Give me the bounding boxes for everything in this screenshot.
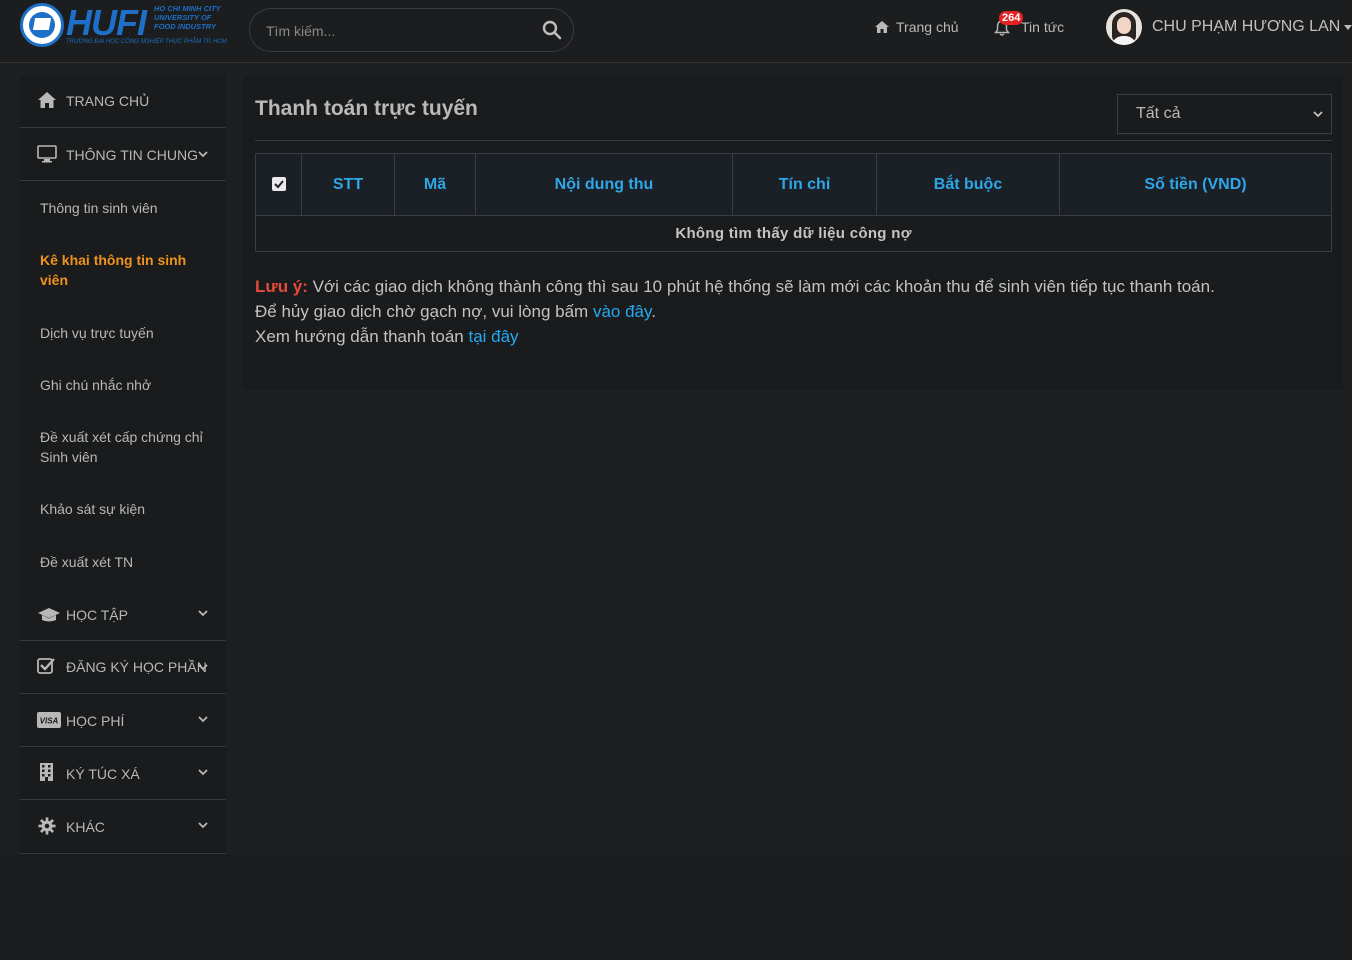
news-count-badge: 264 [999,11,1024,25]
note-line-2-suffix: . [651,302,656,321]
sidebar-subitem-reminders[interactable]: Ghi chú nhắc nhở [40,375,215,395]
note-warning-label: Lưu ý: [255,277,308,296]
chevron-down-icon [1313,111,1323,118]
nav-home-label: Trang chủ [896,19,959,35]
select-all-header[interactable] [255,153,302,216]
monitor-icon [37,145,57,163]
page-title: Thanh toán trực tuyến [255,97,478,120]
nav-news-label: Tin tức [1021,19,1065,35]
sidebar-item-label: HỌC PHÍ [66,713,125,729]
search-input[interactable] [266,19,526,43]
avatar [1106,9,1142,45]
chevron-down-icon [198,769,208,776]
svg-text:VISA: VISA [40,717,59,726]
graduation-cap-icon [38,608,60,622]
sidebar-subitem-event-survey[interactable]: Khảo sát sự kiện [40,499,215,519]
check-square-icon [37,658,55,674]
chevron-down-icon [198,716,208,723]
sidebar-item-label: ĐĂNG KÝ HỌC PHẦN [66,659,207,675]
nav-home-link[interactable]: Trang chủ [874,19,959,35]
column-header-amount[interactable]: Số tiền (VND) [1059,153,1332,216]
logo-subtitle-vn: TRƯỜNG ĐẠI HỌC CÔNG NGHIỆP THỰC PHẨM TP.… [66,39,227,45]
sidebar-item-dormitory[interactable]: KÝ TÚC XÁ [20,747,226,800]
sidebar: TRANG CHỦ THÔNG TIN CHUNG Thông tin sinh… [20,75,226,855]
sidebar-item-home[interactable]: TRANG CHỦ [20,75,226,128]
status-filter-select[interactable]: Tất cả [1117,94,1332,134]
user-name: CHU PHẠM HƯƠNG LAN [1152,18,1341,35]
user-menu[interactable]: CHU PHẠM HƯƠNG LAN [1106,9,1352,45]
home-icon [38,92,56,108]
table-row: Không tìm thấy dữ liệu công nợ [255,215,1332,252]
sidebar-item-label: KÝ TÚC XÁ [66,766,140,782]
visa-card-icon: VISA [37,712,61,728]
sidebar-item-label: HỌC TẬP [66,607,128,623]
sidebar-item-label: THÔNG TIN CHUNG [66,147,198,163]
column-header-content[interactable]: Nội dung thu [475,153,733,216]
select-all-checkbox[interactable] [271,177,286,192]
sidebar-item-tuition[interactable]: VISA HỌC PHÍ [20,694,226,747]
note-line-3-text: Xem hướng dẫn thanh toán [255,327,469,346]
footer-area [0,855,1352,960]
sidebar-subitem-declare-info[interactable]: Kê khai thông tin sinh viên [40,250,215,290]
hufi-logo[interactable]: HUFI HO CHI MINH CITY UNIVERSITY OF FOOD… [20,2,232,49]
column-header-required[interactable]: Bắt buộc [876,153,1060,216]
payment-notes: Lưu ý: Với các giao dịch không thành côn… [255,274,1215,349]
title-divider [255,140,1332,141]
note-line-2-text: Để hủy giao dịch chờ gạch nợ, vui lòng b… [255,302,593,321]
sidebar-subitem-online-services[interactable]: Dịch vụ trực tuyến [40,323,215,343]
logo-emblem-icon [20,3,64,47]
search-icon[interactable] [542,20,562,40]
sidebar-item-label: KHÁC [66,819,105,835]
sidebar-item-general-info[interactable]: THÔNG TIN CHUNG [20,128,226,181]
filter-selected-value: Tất cả [1136,105,1181,122]
chevron-down-icon [198,151,208,158]
online-payment-panel: Thanh toán trực tuyến Tất cả STT Mã Nội … [243,75,1343,390]
cancel-transaction-link[interactable]: vào đây [593,302,651,321]
caret-down-icon [1344,24,1352,30]
chevron-down-icon [198,664,208,671]
chevron-down-icon [198,822,208,829]
column-header-credits[interactable]: Tín chỉ [732,153,877,216]
table-header-row: STT Mã Nội dung thu Tín chỉ Bắt buộc Số … [255,153,1332,216]
top-navbar: HUFI HO CHI MINH CITY UNIVERSITY OF FOOD… [0,0,1352,63]
sidebar-item-study[interactable]: HỌC TẬP [20,588,226,641]
home-icon [875,21,889,33]
note-line-1: Với các giao dịch không thành công thì s… [307,277,1215,296]
building-icon [40,763,53,781]
sidebar-item-label: TRANG CHỦ [66,93,150,109]
logo-subtitle: HO CHI MINH CITY UNIVERSITY OF FOOD INDU… [154,4,221,31]
chevron-down-icon [198,610,208,617]
sidebar-subitem-certificate-request[interactable]: Đề xuất xét cấp chứng chỉ Sinh viên [40,427,215,467]
sidebar-item-course-registration[interactable]: ĐĂNG KÝ HỌC PHẦN [20,641,226,694]
gear-icon [38,817,56,835]
payment-table: STT Mã Nội dung thu Tín chỉ Bắt buộc Số … [255,153,1332,252]
column-header-code[interactable]: Mã [394,153,476,216]
logo-text: HUFI [66,2,147,43]
sidebar-subitem-graduation-request[interactable]: Đề xuất xét TN [40,552,215,572]
payment-guide-link[interactable]: tại đây [468,327,518,346]
column-header-stt[interactable]: STT [301,153,395,216]
search-box [249,8,574,52]
sidebar-subitem-student-info[interactable]: Thông tin sinh viên [40,198,215,218]
sidebar-item-other[interactable]: KHÁC [20,800,226,854]
empty-table-message: Không tìm thấy dữ liệu công nợ [255,215,1332,252]
